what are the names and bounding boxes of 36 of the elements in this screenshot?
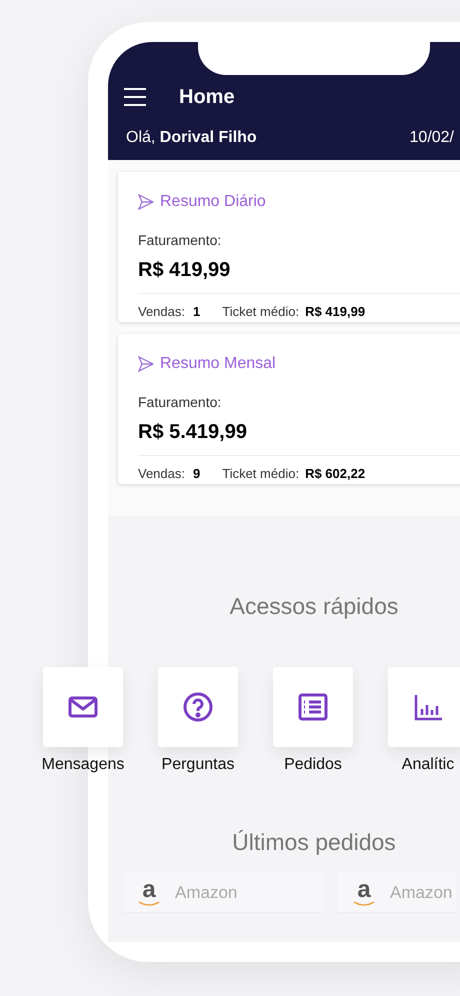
sales-label: Vendas:	[138, 303, 185, 321]
sales-count: 9	[193, 465, 200, 483]
date: 10/02/	[410, 128, 454, 148]
quick-access-tile[interactable]	[388, 667, 460, 747]
tile-label: Pedidos	[284, 755, 342, 775]
menu-icon[interactable]	[124, 88, 146, 106]
ticket-label: Ticket médio:	[222, 465, 300, 483]
screen-title: Home	[179, 85, 235, 110]
greeting: Olá, Dorival Filho	[126, 128, 257, 148]
sales-count: 1	[193, 303, 200, 321]
ticket-label: Ticket médio:	[222, 303, 300, 321]
revenue-label: Faturamento:	[138, 231, 222, 250]
section-title: Acessos rápidos	[228, 592, 400, 621]
revenue-amount: R$ 5.419,99	[138, 420, 248, 445]
send-icon	[138, 356, 154, 372]
revenue-amount: R$ 419,99	[138, 258, 232, 283]
store-logo: a	[137, 878, 161, 906]
help-icon	[182, 691, 214, 723]
store-name: Amazon	[390, 882, 452, 904]
tile-label: Perguntas	[162, 755, 234, 775]
card-title: Resumo Diário	[160, 192, 266, 212]
ticket-value: R$ 419,99	[305, 303, 366, 321]
tile-label: Analític	[402, 755, 454, 775]
send-icon	[138, 194, 154, 210]
quick-access-tile[interactable]	[158, 667, 238, 747]
quick-access-tile[interactable]	[273, 667, 353, 747]
section-title: Últimos pedidos	[231, 828, 397, 857]
list-icon	[297, 691, 329, 723]
revenue-label: Faturamento:	[138, 393, 222, 412]
tile-label: Mensagens	[42, 755, 124, 775]
store-name: Amazon	[175, 882, 238, 904]
card-title: Resumo Mensal	[160, 354, 276, 374]
quick-access-tile[interactable]	[43, 667, 123, 747]
sales-label: Vendas:	[138, 465, 185, 483]
ticket-value: R$ 602,22	[305, 465, 366, 483]
store-logo: a	[352, 878, 376, 906]
